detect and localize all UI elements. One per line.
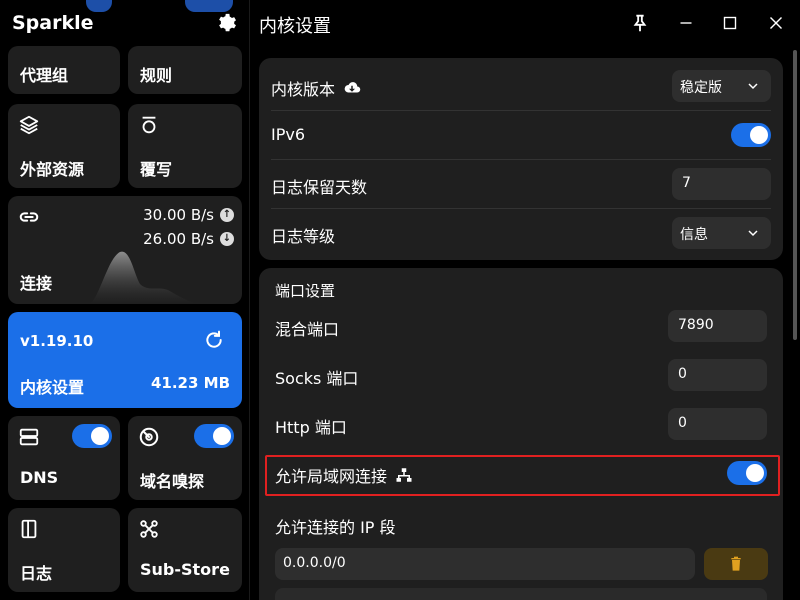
ipv6-row: IPv6 bbox=[271, 111, 771, 160]
title-bar: 内核设置 bbox=[251, 0, 800, 48]
core-version-select[interactable]: 稳定版 bbox=[672, 70, 771, 102]
nav-card-substore[interactable]: Sub-Store bbox=[128, 508, 242, 592]
delete-ip-button[interactable] bbox=[704, 548, 768, 580]
core-version-label: 内核版本 bbox=[271, 76, 361, 100]
page-title: 内核设置 bbox=[259, 16, 331, 37]
radar-icon bbox=[139, 427, 159, 447]
core-panel: 内核版本 稳定版 IPv6 日志保留天数 7 日志等级 信息 bbox=[259, 58, 783, 260]
allow-lan-label: 允许局域网连接 bbox=[275, 463, 413, 487]
sidebar: Sparkle 代理组 规则 外部资源 覆写 30.00 B/s ↑ 26.00… bbox=[0, 0, 250, 600]
allowed-ip-input[interactable]: 0.0.0.0/0 bbox=[275, 548, 695, 580]
socks-port-row: Socks 端口 0 bbox=[275, 351, 767, 400]
network-icon[interactable] bbox=[395, 466, 413, 484]
log-retention-input[interactable]: 7 bbox=[672, 168, 771, 200]
http-port-input[interactable]: 0 bbox=[668, 408, 767, 440]
nav-card-label: 外部资源 bbox=[20, 160, 85, 179]
chevron-down-icon bbox=[748, 83, 758, 90]
next-ip-input[interactable] bbox=[275, 588, 767, 600]
http-port-row: Http 端口 0 bbox=[275, 400, 767, 449]
core-version-select-value: 稳定版 bbox=[680, 80, 722, 96]
nav-card-label: 代理组 bbox=[20, 66, 69, 85]
dns-toggle[interactable] bbox=[72, 424, 112, 448]
scrollbar[interactable] bbox=[791, 48, 799, 600]
mixed-port-input[interactable]: 7890 bbox=[668, 310, 767, 342]
sidebar-panel-icon bbox=[21, 519, 37, 539]
socks-port-input[interactable]: 0 bbox=[668, 359, 767, 391]
sidebar-top-ghost-toggle-left bbox=[86, 0, 112, 12]
log-level-select[interactable]: 信息 bbox=[672, 217, 771, 249]
http-port-label: Http 端口 bbox=[275, 418, 347, 437]
app-title: Sparkle bbox=[12, 12, 94, 34]
core-settings-content: 内核版本 稳定版 IPv6 日志保留天数 7 日志等级 信息 端口设置 混合端口… bbox=[251, 48, 800, 600]
nav-card-rules[interactable]: 规则 bbox=[128, 46, 242, 94]
log-retention-row: 日志保留天数 7 bbox=[271, 160, 771, 209]
cloud-download-icon[interactable] bbox=[343, 79, 361, 97]
layers-icon bbox=[19, 115, 39, 135]
log-level-row: 日志等级 信息 bbox=[271, 209, 771, 258]
nav-card-label: 域名嗅探 bbox=[140, 472, 205, 491]
ipv6-toggle[interactable] bbox=[731, 123, 771, 147]
store-icon bbox=[140, 520, 158, 538]
minimize-icon[interactable] bbox=[675, 12, 697, 34]
nav-card-label: DNS bbox=[20, 468, 59, 487]
nav-card-connections[interactable]: 30.00 B/s ↑ 26.00 B/s ↓ 连接 bbox=[8, 196, 242, 304]
nav-card-label: 连接 bbox=[20, 274, 53, 293]
log-retention-label: 日志保留天数 bbox=[271, 178, 368, 197]
nav-card-logs[interactable]: 日志 bbox=[8, 508, 120, 592]
mixed-port-label: 混合端口 bbox=[275, 320, 340, 339]
close-icon[interactable] bbox=[765, 12, 787, 34]
allow-lan-label-text: 允许局域网连接 bbox=[275, 467, 388, 486]
override-icon bbox=[142, 116, 156, 134]
port-section-title: 端口设置 bbox=[275, 282, 336, 300]
socks-port-label: Socks 端口 bbox=[275, 369, 359, 388]
trash-icon bbox=[731, 556, 741, 571]
allowed-ips-label: 允许连接的 IP 段 bbox=[275, 518, 396, 537]
ipv6-label: IPv6 bbox=[271, 125, 306, 144]
core-version: v1.19.10 bbox=[20, 332, 94, 350]
nav-card-core-settings[interactable]: v1.19.10 内核设置 41.23 MB bbox=[8, 312, 242, 408]
sidebar-top-ghost-toggle-right bbox=[185, 0, 233, 12]
log-level-select-value: 信息 bbox=[680, 227, 708, 243]
nav-card-dns[interactable]: DNS bbox=[8, 416, 120, 500]
sniff-toggle[interactable] bbox=[194, 424, 234, 448]
refresh-icon[interactable] bbox=[204, 330, 224, 350]
nav-card-label: 覆写 bbox=[140, 160, 173, 179]
chevron-down-icon bbox=[748, 230, 758, 237]
nav-card-label: 日志 bbox=[20, 564, 53, 583]
log-level-label: 日志等级 bbox=[271, 227, 336, 246]
allow-lan-row: 允许局域网连接 bbox=[275, 449, 767, 498]
maximize-icon[interactable] bbox=[719, 12, 741, 34]
nav-card-label: Sub-Store bbox=[140, 560, 230, 579]
allow-lan-toggle[interactable] bbox=[727, 461, 767, 485]
core-memory: 41.23 MB bbox=[150, 374, 230, 392]
nav-card-label: 规则 bbox=[140, 66, 173, 85]
core-version-label-text: 内核版本 bbox=[271, 80, 336, 99]
scrollbar-thumb[interactable] bbox=[793, 50, 797, 340]
pin-icon[interactable] bbox=[629, 12, 651, 34]
server-icon bbox=[19, 428, 39, 446]
mixed-port-row: 混合端口 7890 bbox=[275, 302, 767, 351]
nav-card-external-resources[interactable]: 外部资源 bbox=[8, 104, 120, 188]
nav-card-label: 内核设置 bbox=[20, 378, 85, 397]
nav-card-proxy-group[interactable]: 代理组 bbox=[8, 46, 120, 94]
core-version-row: 内核版本 稳定版 bbox=[271, 62, 771, 111]
nav-card-sniff[interactable]: 域名嗅探 bbox=[128, 416, 242, 500]
gear-icon[interactable] bbox=[215, 12, 237, 34]
nav-card-override[interactable]: 覆写 bbox=[128, 104, 242, 188]
